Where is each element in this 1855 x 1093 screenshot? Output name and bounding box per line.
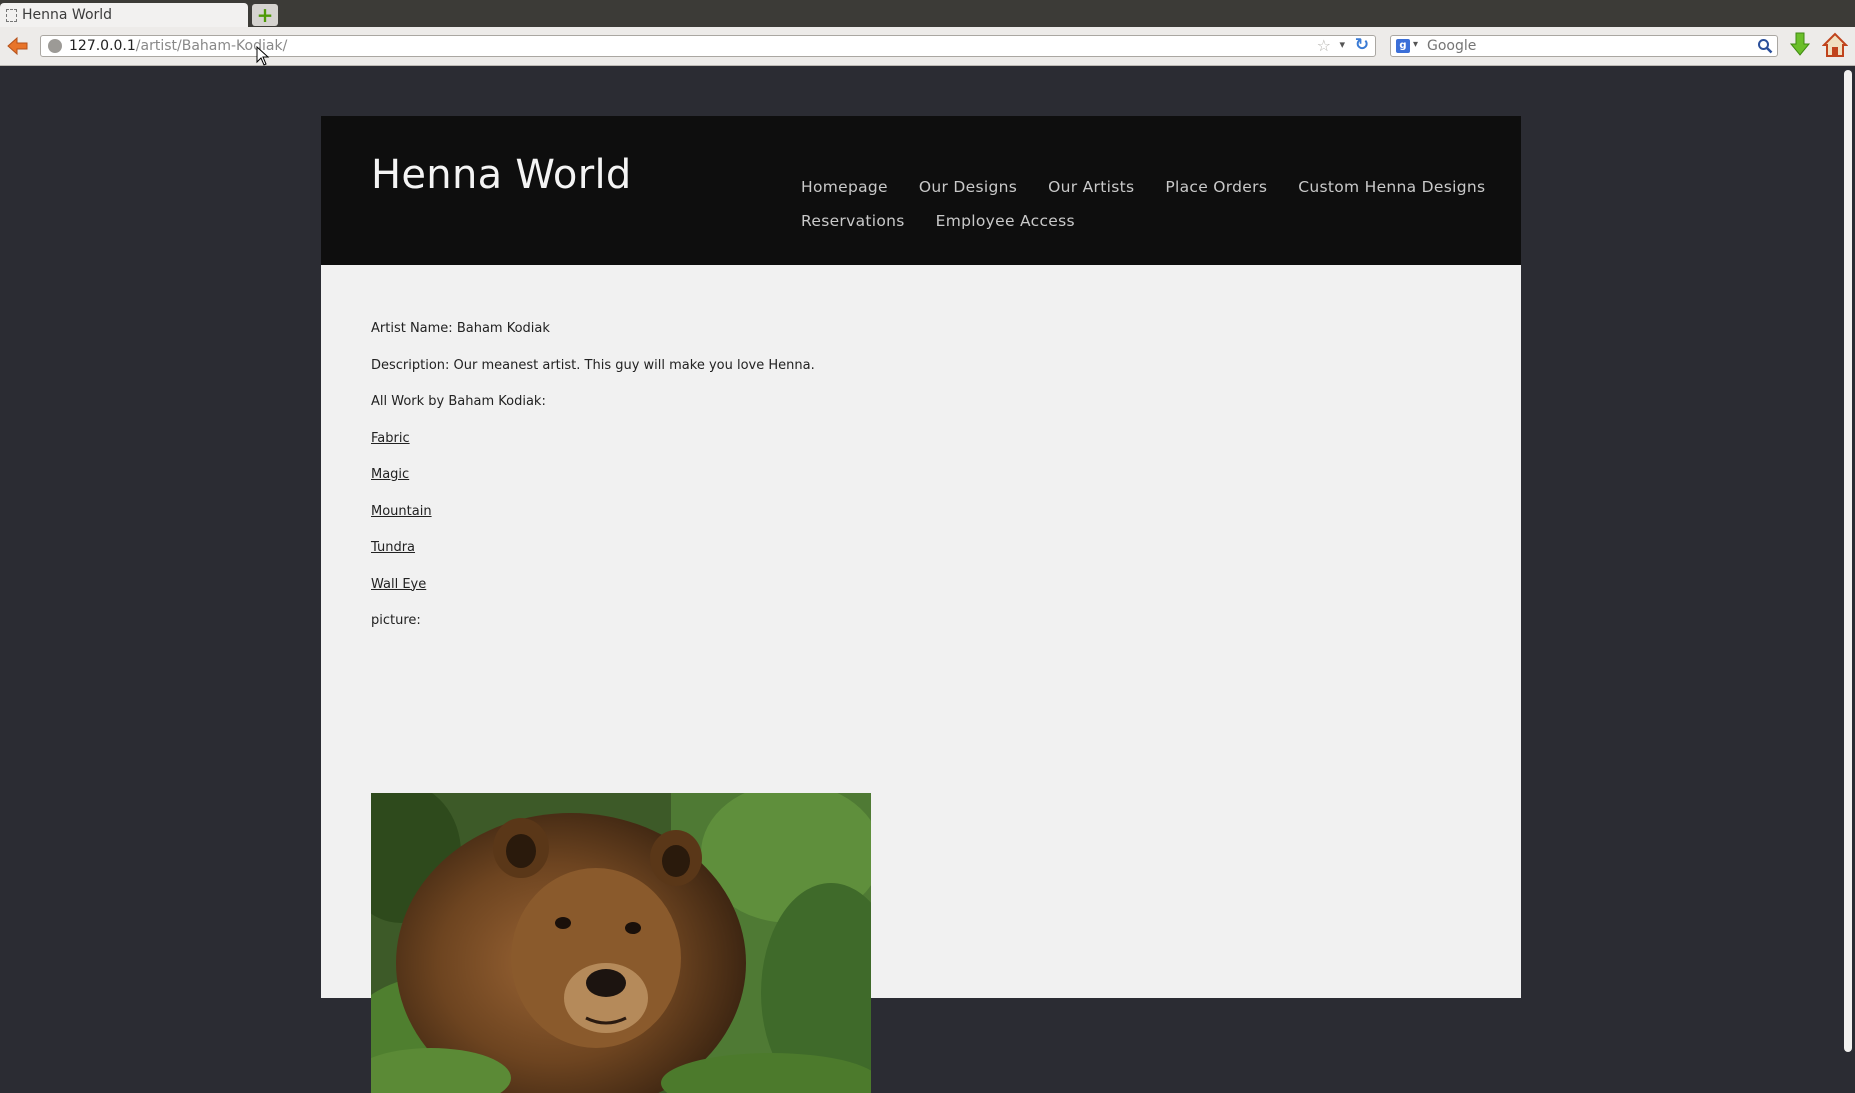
- work-link[interactable]: Tundra: [371, 540, 415, 555]
- google-engine-icon[interactable]: g: [1396, 39, 1410, 53]
- reload-icon[interactable]: ↻: [1355, 35, 1369, 55]
- work-link[interactable]: Wall Eye: [371, 577, 426, 592]
- work-link[interactable]: Fabric: [371, 431, 410, 446]
- nav-homepage[interactable]: Homepage: [801, 178, 888, 212]
- search-bar[interactable]: g ▾: [1390, 35, 1778, 57]
- nav-our-designs[interactable]: Our Designs: [919, 178, 1017, 212]
- nav-employee-access[interactable]: Employee Access: [936, 212, 1075, 246]
- site-header: Henna World Homepage Our Designs Our Art…: [321, 116, 1521, 265]
- tab-favicon-icon: [6, 8, 17, 22]
- site-title[interactable]: Henna World: [371, 152, 632, 198]
- works-heading: All Work by Baham Kodiak:: [371, 394, 546, 409]
- history-dropdown-icon[interactable]: ▾: [1339, 38, 1345, 51]
- url-text[interactable]: 127.0.0.1/artist/Baham-Kodiak/: [69, 38, 287, 54]
- artist-name: Artist Name: Baham Kodiak: [371, 321, 550, 336]
- browser-tab-bar: Henna World +: [0, 0, 1855, 27]
- url-host: 127.0.0.1: [69, 38, 136, 54]
- site-identity-icon[interactable]: [48, 39, 62, 53]
- search-input[interactable]: [1427, 36, 1727, 56]
- bookmark-star-icon[interactable]: ☆: [1317, 36, 1331, 55]
- artist-photo: [371, 793, 871, 1093]
- main-navigation: Homepage Our Designs Our Artists Place O…: [801, 178, 1485, 246]
- scrollbar-thumb[interactable]: [1844, 70, 1852, 1052]
- nav-our-artists[interactable]: Our Artists: [1048, 178, 1134, 212]
- page-scrollbar[interactable]: [1841, 66, 1855, 1056]
- site-container: Henna World Homepage Our Designs Our Art…: [321, 116, 1521, 1093]
- mouse-cursor-icon: [256, 46, 270, 66]
- artist-details: Artist Name: Baham Kodiak Description: O…: [371, 319, 1471, 648]
- browser-tab[interactable]: Henna World: [0, 3, 248, 27]
- back-button[interactable]: [6, 35, 30, 57]
- tab-title: Henna World: [22, 7, 113, 23]
- work-link[interactable]: Mountain: [371, 504, 432, 519]
- artist-description: Description: Our meanest artist. This gu…: [371, 357, 815, 373]
- work-link[interactable]: Magic: [371, 467, 409, 482]
- search-icon[interactable]: [1757, 38, 1773, 54]
- nav-custom-henna-designs[interactable]: Custom Henna Designs: [1298, 178, 1485, 212]
- nav-place-orders[interactable]: Place Orders: [1165, 178, 1267, 212]
- download-icon[interactable]: [1788, 31, 1812, 59]
- nav-reservations[interactable]: Reservations: [801, 212, 905, 246]
- browser-navigation-bar: 127.0.0.1/artist/Baham-Kodiak/ ☆ ▾ ↻ g ▾: [0, 27, 1855, 66]
- picture-label: picture:: [371, 613, 421, 628]
- back-arrow-icon: [7, 36, 28, 56]
- home-icon[interactable]: [1822, 31, 1848, 59]
- new-tab-button[interactable]: +: [252, 4, 278, 26]
- engine-dropdown-icon[interactable]: ▾: [1413, 39, 1418, 50]
- address-bar[interactable]: 127.0.0.1/artist/Baham-Kodiak/ ☆ ▾ ↻: [40, 35, 1376, 57]
